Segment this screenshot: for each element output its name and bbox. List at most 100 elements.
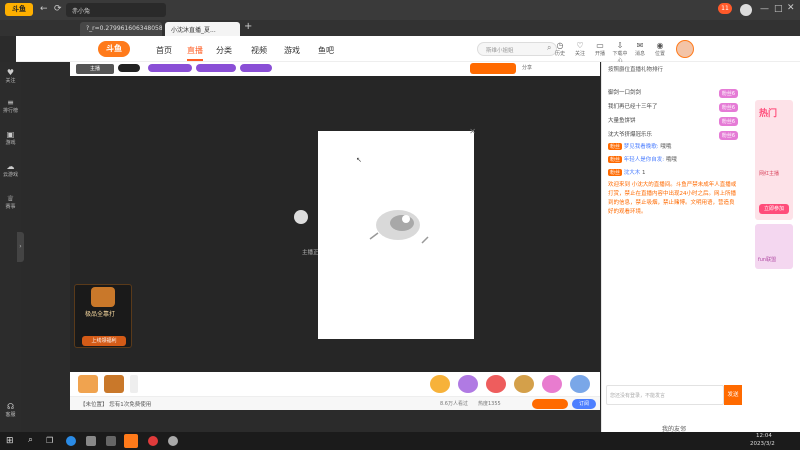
- broadcast-button[interactable]: ▭ 开播: [592, 41, 608, 57]
- rank-row[interactable]: 大量鱼饼饼 粉丝6: [608, 116, 740, 128]
- taskview-icon[interactable]: ❐: [46, 436, 53, 445]
- app-icon[interactable]: [148, 436, 158, 446]
- cloud-game-icon: ☁: [6, 162, 15, 171]
- stream-tag[interactable]: 主播: [76, 64, 114, 74]
- app-icon[interactable]: [168, 436, 178, 446]
- report-badge[interactable]: [470, 63, 516, 74]
- ad-subtitle: 网红主播: [759, 171, 780, 177]
- ad-banner[interactable]: 热门 网红主播 立即参加: [755, 100, 793, 220]
- promo-title: 极品全靠打: [85, 311, 116, 318]
- purple-badge: [196, 64, 236, 72]
- douyu-logo[interactable]: 斗鱼: [98, 41, 130, 57]
- sidebar-item-cloud[interactable]: ☁ 云游戏: [0, 162, 21, 178]
- nav-home[interactable]: 首页: [156, 45, 172, 56]
- search-tab-field[interactable]: 赤小兔: [66, 3, 166, 17]
- rank-title: 按照爵位直播礼物排行: [608, 67, 664, 73]
- headset-icon: ☊: [6, 402, 15, 411]
- chat-message: 粉丝 沈大木 1: [608, 169, 646, 176]
- stream-tag-bar: 主播 分享: [70, 62, 600, 76]
- search-icon[interactable]: ⌕: [28, 435, 33, 445]
- notification-badge[interactable]: 11: [718, 3, 732, 14]
- rank-row[interactable]: 我们再已经十三年了 粉丝6: [608, 102, 740, 114]
- ad-title: 热门: [759, 109, 778, 119]
- stream-center-label: 主播正: [302, 250, 319, 256]
- nav-live[interactable]: 直播: [187, 45, 203, 61]
- minimize-icon[interactable]: —: [760, 4, 769, 14]
- rocket-icon-small: [294, 210, 308, 224]
- search-icon[interactable]: ⌕: [547, 43, 551, 53]
- sidebar-item-follow[interactable]: ♥ 关注: [0, 68, 21, 84]
- download-icon: ⇩: [616, 41, 624, 50]
- rank-row[interactable]: 御剑一口剑剑 粉丝6: [608, 88, 740, 100]
- tab-active[interactable]: 小沈沐直播_夏...: [165, 22, 240, 36]
- sidebar-collapse-handle[interactable]: ›: [17, 232, 24, 262]
- gift-item[interactable]: [570, 375, 590, 393]
- app-icon[interactable]: [106, 436, 116, 446]
- clock-icon: ◷: [556, 41, 564, 50]
- history-button[interactable]: ◷ 历史: [552, 41, 568, 57]
- sidebar-item-game[interactable]: ▣ 游戏: [0, 130, 21, 146]
- chat-input[interactable]: 您还没有登录，不能发言: [606, 385, 724, 405]
- chat-message: 粉丝 梦见我看晚歌: 哦哦: [608, 143, 672, 150]
- modal-close-icon[interactable]: ✕: [469, 127, 476, 136]
- broadcast-icon: ▭: [596, 41, 604, 50]
- notice-text: 【未位置】 您有1次免费使用: [80, 402, 152, 408]
- sidebar-item-rank[interactable]: ≡ 排行榜: [0, 98, 21, 114]
- windows-start-icon[interactable]: ⊞: [6, 436, 14, 446]
- loading-modal: ✕ ↖: [318, 127, 476, 339]
- search-input[interactable]: 斯维小姐姐: [477, 42, 557, 56]
- clock-time[interactable]: 12:04: [756, 433, 772, 439]
- tab-bar: ?_r=0.27996160634805856 小沈沐直播_夏... +: [0, 20, 800, 36]
- windows-taskbar: ⊞ ⌕ ❐ 12:04 2023/3/2: [0, 432, 800, 450]
- url-tab[interactable]: ?_r=0.27996160634805856: [80, 22, 162, 36]
- nav-game[interactable]: 游戏: [284, 45, 300, 56]
- nav-fishbar[interactable]: 鱼吧: [318, 45, 334, 56]
- gift-item[interactable]: [104, 375, 124, 393]
- purple-badge: [240, 64, 272, 72]
- gift-item[interactable]: [78, 375, 98, 393]
- gift-item[interactable]: [458, 375, 478, 393]
- stat-views: 8.6万人看过: [440, 401, 468, 407]
- close-icon[interactable]: ✕: [787, 3, 795, 13]
- user-avatar[interactable]: [740, 4, 752, 16]
- new-tab-button[interactable]: +: [244, 21, 252, 32]
- heart-icon: ♡: [576, 41, 584, 50]
- send-button[interactable]: 发送: [724, 385, 742, 405]
- location-button[interactable]: ◉ 位置: [652, 41, 668, 57]
- sidebar-item-service[interactable]: ☊ 客服: [0, 402, 21, 418]
- user-avatar-site[interactable]: [676, 40, 694, 58]
- clock-date[interactable]: 2023/3/2: [750, 441, 775, 447]
- gift-item[interactable]: [542, 375, 562, 393]
- follow-button[interactable]: ♡ 关注: [572, 41, 588, 57]
- download-button[interactable]: ⇩ 下载中心: [612, 41, 628, 64]
- rank-row[interactable]: 沈大爷挤爆冠乐乐 粉丝6: [608, 130, 740, 142]
- back-icon[interactable]: ←: [40, 4, 48, 14]
- location-icon: ◉: [656, 41, 664, 50]
- rank-icon: ≡: [7, 98, 14, 107]
- nav-category[interactable]: 分类: [216, 45, 232, 56]
- nav-video[interactable]: 视频: [251, 45, 267, 56]
- gift-item[interactable]: [486, 375, 506, 393]
- gift-item[interactable]: [130, 375, 138, 393]
- chat-panel: 按照爵位直播礼物排行 御剑一口剑剑 粉丝6 我们再已经十三年了 粉丝6 大量鱼饼饼粉…: [601, 62, 745, 434]
- share-link[interactable]: 分享: [522, 64, 532, 71]
- ad-button[interactable]: 立即参加: [759, 204, 789, 214]
- cursor-icon: ↖: [356, 156, 362, 164]
- gift-item[interactable]: [430, 375, 450, 393]
- system-notice: 欢迎来到 小沈大的直播间。斗鱼严禁未成年人直播或打赏，禁止在直播内容中出现24小…: [608, 182, 737, 215]
- douyu-app-icon[interactable]: [124, 434, 138, 448]
- message-button[interactable]: ✉ 消息: [632, 41, 648, 57]
- follow-count-badge[interactable]: [532, 399, 568, 409]
- reload-icon[interactable]: ⟳: [54, 4, 62, 14]
- sidebar-item-trophy[interactable]: ♕ 赛事: [0, 194, 21, 210]
- app-icon[interactable]: [86, 436, 96, 446]
- purple-badge: [148, 64, 192, 72]
- subscribe-button[interactable]: 订阅: [572, 399, 596, 409]
- maximize-icon[interactable]: □: [774, 4, 783, 14]
- promo-button[interactable]: 上线领福利: [82, 336, 126, 346]
- gamepad-icon: ▣: [6, 130, 15, 139]
- gift-item[interactable]: [514, 375, 534, 393]
- edge-icon[interactable]: [66, 436, 76, 446]
- promo-card[interactable]: 极品全靠打 上线领福利: [74, 284, 132, 348]
- mini-ad[interactable]: fun联盟: [755, 224, 793, 269]
